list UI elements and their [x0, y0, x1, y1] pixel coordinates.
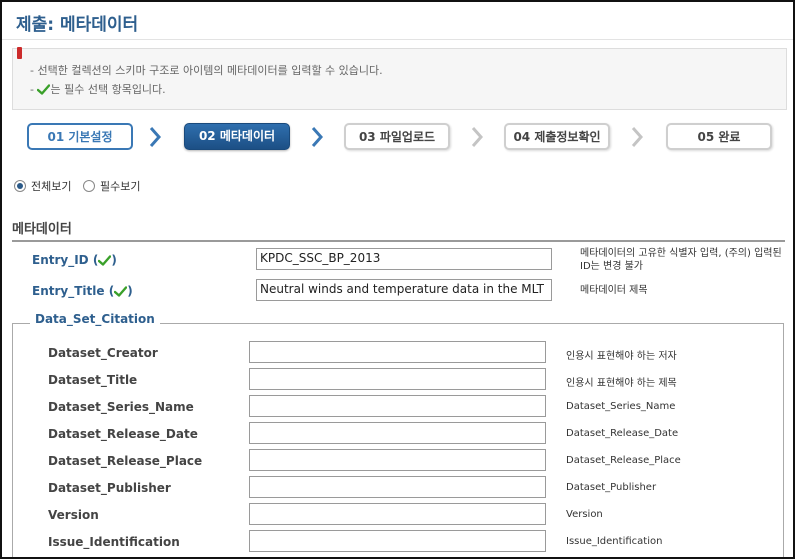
step-submission-review[interactable]: 04 제출정보확인: [504, 123, 610, 150]
dataset-title-input[interactable]: [249, 368, 546, 390]
dataset-series-name-input[interactable]: [249, 395, 546, 417]
title-divider: [2, 39, 793, 40]
field-label-dataset-series-name: Dataset_Series_Name: [48, 400, 194, 414]
dataset-title-description: 인용시 표현해야 하는 제목: [566, 378, 677, 389]
notice-line-2-prefix: -: [30, 83, 34, 96]
check-icon: [37, 84, 51, 95]
page-title: 제출: 메타데이터: [16, 15, 139, 35]
notice-box: - 선택한 컬렉션의 스키마 구조로 아이템의 메타데이터를 입력할 수 있습니…: [12, 47, 787, 110]
field-label-dataset-title: Dataset_Title: [48, 373, 138, 387]
dataset-release-place-description: Dataset_Release_Place: [566, 455, 681, 466]
entry-id-input[interactable]: KPDC_SSC_BP_2013: [256, 248, 552, 270]
issue-identification-input[interactable]: [249, 530, 546, 552]
radio-view-required[interactable]: [82, 180, 95, 192]
version-description: Version: [566, 509, 603, 520]
step-file-upload[interactable]: 03 파일업로드: [344, 123, 450, 150]
field-label-version: Version: [48, 508, 99, 522]
field-label-dataset-release-place: Dataset_Release_Place: [48, 454, 203, 468]
dataset-release-date-input[interactable]: [249, 422, 546, 444]
dataset-release-date-description: Dataset_Release_Date: [566, 428, 679, 439]
step-metadata[interactable]: 02 메타데이터: [184, 123, 290, 150]
entry-title-input[interactable]: Neutral winds and temperature data in th…: [256, 279, 552, 301]
dataset-creator-input[interactable]: [249, 341, 546, 363]
chevron-right-icon: [149, 127, 162, 147]
dataset-series-name-description: Dataset_Series_Name: [566, 401, 676, 412]
required-marker: (): [92, 253, 117, 267]
step-complete[interactable]: 05 완료: [666, 123, 772, 150]
dataset-publisher-input[interactable]: [249, 476, 546, 498]
version-input[interactable]: [249, 503, 546, 525]
dataset-publisher-description: Dataset_Publisher: [566, 482, 657, 493]
field-label-issue-identification: Issue_Identification: [48, 535, 180, 549]
field-label-dataset-publisher: Dataset_Publisher: [48, 481, 171, 495]
field-label-dataset-creator: Dataset_Creator: [48, 346, 158, 360]
chevron-right-icon: [311, 127, 324, 147]
notice-line-2-text: 는 필수 선택 항목입니다.: [50, 83, 166, 96]
chevron-right-icon: [631, 127, 644, 147]
field-label-text: Entry_ID: [32, 253, 89, 267]
required-marker: (): [108, 284, 133, 298]
dataset-creator-description: 인용시 표현해야 하는 저자: [566, 351, 677, 362]
submission-window: 제출: 메타데이터 - 선택한 컬렉션의 스키마 구조로 아이템의 메타데이터를…: [0, 0, 795, 559]
step-basic-settings[interactable]: 01 기본설정: [27, 123, 133, 150]
radio-view-required-label[interactable]: 필수보기: [100, 180, 140, 193]
field-label-entry-id: Entry_ID (): [32, 253, 117, 267]
field-label-dataset-release-date: Dataset_Release_Date: [48, 427, 198, 441]
notice-line-2: - 는 필수 선택 항목입니다.: [30, 81, 166, 97]
check-icon: [114, 286, 128, 297]
field-label-entry-title: Entry_Title (): [32, 284, 133, 298]
section-divider: [12, 240, 785, 242]
citation-legend: Data_Set_Citation: [30, 312, 160, 326]
field-label-text: Entry_Title: [32, 284, 105, 298]
entry-title-description: 메타데이터 제목: [580, 285, 648, 296]
chevron-right-icon: [471, 127, 484, 147]
view-options: 전체보기 필수보기: [14, 178, 148, 194]
section-title: 메타데이터: [12, 222, 72, 237]
check-icon: [98, 255, 112, 266]
issue-identification-description: Issue_Identification: [566, 536, 663, 547]
notice-line-1: - 선택한 컬렉션의 스키마 구조로 아이템의 메타데이터를 입력할 수 있습니…: [30, 64, 383, 77]
radio-view-all-label[interactable]: 전체보기: [31, 180, 71, 193]
flag-icon: [17, 47, 22, 59]
dataset-release-place-input[interactable]: [249, 449, 546, 471]
entry-id-description: 메타데이터의 고유한 식별자 입력, (주의) 입력된 ID는 변경 불가: [580, 248, 782, 272]
radio-view-all[interactable]: [14, 180, 26, 192]
